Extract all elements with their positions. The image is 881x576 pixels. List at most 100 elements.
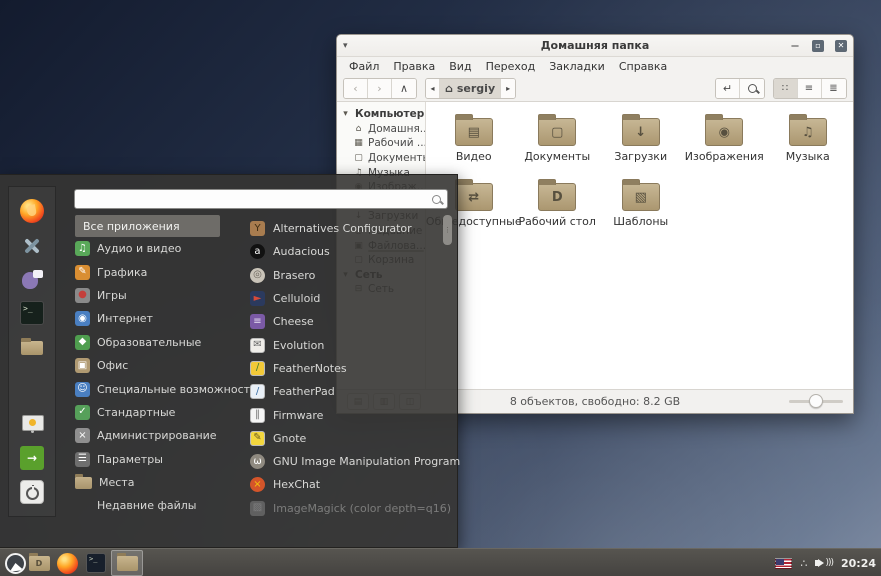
category-item[interactable]: ▣Офис xyxy=(75,354,245,377)
file-item[interactable]: ♫Музыка xyxy=(766,110,850,175)
tools-icon[interactable] xyxy=(20,233,44,257)
sidebar-item-icon: ▾ xyxy=(340,109,351,119)
compact-view-button[interactable]: ≣ xyxy=(822,79,846,98)
path-scroll-left[interactable]: ◂ xyxy=(426,79,440,98)
shutdown-icon[interactable] xyxy=(20,480,44,504)
up-button[interactable]: ∧ xyxy=(392,79,416,98)
firefox-launcher[interactable] xyxy=(55,551,79,575)
sidebar-item[interactable]: ▦Рабочий ... xyxy=(337,136,425,151)
menu-search-input[interactable] xyxy=(81,193,432,206)
app-item[interactable]: ωGNU Image Manipulation Program xyxy=(250,450,445,473)
app-category-icon: ≡ xyxy=(250,314,265,329)
path-scroll-right[interactable]: ▸ xyxy=(501,79,515,98)
menu-button[interactable] xyxy=(3,551,27,575)
category-item[interactable]: ♫Аудио и видео xyxy=(75,237,245,260)
app-item[interactable]: ✎Gnote xyxy=(250,427,445,450)
minimize-button[interactable]: — xyxy=(789,40,801,52)
app-category-icon: ▨ xyxy=(250,501,265,516)
app-item[interactable]: YAlternatives Configurator xyxy=(250,217,445,240)
keyboard-layout-flag-icon[interactable] xyxy=(775,558,792,569)
folder-icon: ◉ xyxy=(705,118,743,146)
category-all-applications[interactable]: Все приложения xyxy=(75,215,220,237)
app-list-scrollbar[interactable]: ⋮ xyxy=(443,215,452,576)
files-icon[interactable] xyxy=(20,335,44,359)
sidebar-item[interactable]: ▢Документы xyxy=(337,151,425,166)
file-icon-view[interactable]: ▤Видео▢Документы↓Загрузки◉Изображения♫Му… xyxy=(426,102,853,389)
icon-view-button[interactable]: ∷ xyxy=(774,79,798,98)
file-item[interactable]: ↓Загрузки xyxy=(599,110,683,175)
menu-Справка[interactable]: Справка xyxy=(613,59,673,74)
app-label: HexChat xyxy=(273,478,320,491)
menu-search-box[interactable] xyxy=(74,189,448,209)
category-item[interactable]: ◆Образовательные xyxy=(75,331,245,354)
menu-Вид[interactable]: Вид xyxy=(443,59,477,74)
pidgin-icon[interactable] xyxy=(20,267,44,291)
category-item[interactable]: Недавние файлы xyxy=(75,494,245,517)
app-item[interactable]: /FeatherNotes xyxy=(250,357,445,380)
volume-icon[interactable]: ))) xyxy=(815,558,833,568)
menu-Правка[interactable]: Правка xyxy=(387,59,441,74)
file-item[interactable]: ▤Видео xyxy=(432,110,516,175)
app-item[interactable]: aAudacious xyxy=(250,240,445,263)
app-item[interactable]: ◎Brasero xyxy=(250,264,445,287)
forward-button[interactable]: › xyxy=(368,79,392,98)
toggle-location-entry-button[interactable]: ↵ xyxy=(716,79,740,98)
zoom-slider[interactable] xyxy=(789,400,843,403)
clock[interactable]: 20:24 xyxy=(841,557,876,570)
app-item[interactable]: ‖Firmware xyxy=(250,403,445,426)
menu-Файл[interactable]: Файл xyxy=(343,59,385,74)
category-item[interactable]: ☰Параметры xyxy=(75,448,245,471)
sidebar-item[interactable]: ▾Компьютер xyxy=(337,107,425,122)
lock-screen-icon[interactable] xyxy=(20,412,44,436)
app-category-icon: ◆ xyxy=(75,335,90,350)
bottom-panel: D >_ ∴ ))) 20:24 xyxy=(0,548,881,576)
file-item[interactable]: ▢Документы xyxy=(516,110,600,175)
file-item[interactable]: ◉Изображения xyxy=(683,110,767,175)
search-icon xyxy=(432,195,441,204)
category-item[interactable]: ☺Специальные возможности xyxy=(75,377,245,400)
terminal-icon[interactable]: >_ xyxy=(20,301,44,325)
back-button[interactable]: ‹ xyxy=(344,79,368,98)
file-label: Шаблоны xyxy=(613,215,668,228)
category-item[interactable]: Места xyxy=(75,471,245,494)
app-item[interactable]: ×HexChat xyxy=(250,473,445,496)
category-item[interactable]: ✓Стандартные xyxy=(75,401,245,424)
close-button[interactable]: ✕ xyxy=(835,40,847,52)
zoom-slider-knob[interactable] xyxy=(809,394,823,408)
category-label: Игры xyxy=(97,289,127,302)
scrollbar-thumb[interactable]: ⋮ xyxy=(443,215,452,245)
desktop-folder-launcher[interactable]: D xyxy=(27,551,51,575)
network-icon[interactable]: ∴ xyxy=(800,557,807,570)
menu-Переход[interactable]: Переход xyxy=(480,59,542,74)
search-button[interactable] xyxy=(740,79,764,98)
sidebar-item-icon: ▢ xyxy=(353,153,364,163)
app-item[interactable]: ▨ImageMagick (color depth=q16) xyxy=(250,497,445,520)
maximize-button[interactable]: ▫ xyxy=(812,40,824,52)
search-icon xyxy=(748,84,757,93)
app-item[interactable]: ✉Evolution xyxy=(250,333,445,356)
category-item[interactable]: ✎Графика xyxy=(75,260,245,283)
app-item[interactable]: /FeatherPad xyxy=(250,380,445,403)
menu-Закладки[interactable]: Закладки xyxy=(543,59,611,74)
category-label: Офис xyxy=(97,359,128,372)
category-item[interactable]: ◉Интернет xyxy=(75,307,245,330)
logout-icon[interactable]: → xyxy=(20,446,44,470)
app-category-icon: ◎ xyxy=(250,268,265,283)
category-item[interactable]: ×Администрирование xyxy=(75,424,245,447)
app-label: ImageMagick (color depth=q16) xyxy=(273,502,451,515)
app-item[interactable]: ►Celluloid xyxy=(250,287,445,310)
file-item[interactable]: ▧ Шаблоны xyxy=(599,175,683,240)
sidebar-item-label: Домашня... xyxy=(368,123,426,135)
app-item[interactable]: ≡Cheese xyxy=(250,310,445,333)
firefox-icon[interactable] xyxy=(20,199,44,223)
files-window-button[interactable] xyxy=(111,550,143,576)
folder-emblem-icon: ▧ xyxy=(635,190,647,205)
category-item[interactable]: ●Игры xyxy=(75,284,245,307)
terminal-launcher[interactable]: >_ xyxy=(84,551,108,575)
list-view-button[interactable]: ≡ xyxy=(798,79,822,98)
titlebar[interactable]: ▾ Домашняя папка — ▫ ✕ xyxy=(337,35,853,57)
home-path-button[interactable]: ⌂ sergiy xyxy=(440,79,501,98)
file-item[interactable]: DРабочий стол xyxy=(516,175,600,240)
desktop: ▾ Домашняя папка — ▫ ✕ ФайлПравкаВидПере… xyxy=(0,0,881,576)
sidebar-item[interactable]: ⌂Домашня... xyxy=(337,122,425,137)
